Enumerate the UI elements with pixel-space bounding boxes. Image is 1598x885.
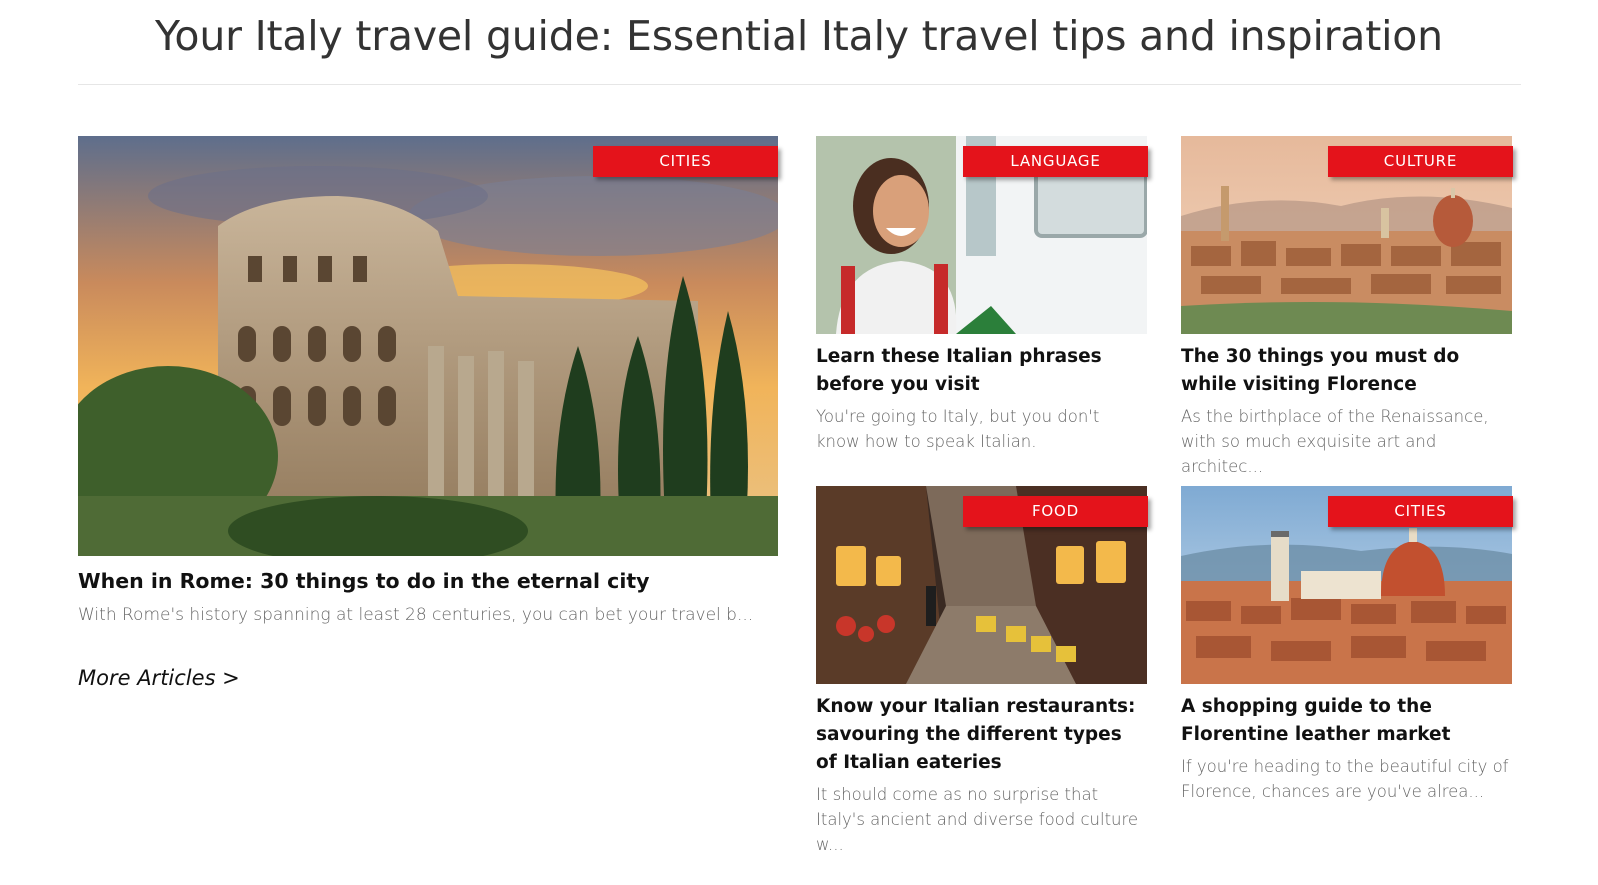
page-title: Your Italy travel guide: Essential Italy…	[155, 12, 1443, 60]
article-card[interactable]: LANGUAGE Learn these Italian phrases bef…	[816, 136, 1148, 456]
more-articles-link[interactable]: More Articles >	[78, 666, 240, 690]
article-excerpt: If you're heading to the beautiful city …	[1181, 757, 1509, 801]
article-excerpt: As the birthplace of the Renaissance, wi…	[1181, 407, 1489, 476]
featured-article-title[interactable]: When in Rome: 30 things to do in the ete…	[78, 567, 778, 595]
category-badge[interactable]: CITIES	[1328, 496, 1513, 527]
article-card[interactable]: FOOD Know your Italian restaurants: savo…	[816, 486, 1148, 854]
article-title[interactable]: A shopping guide to the Florentine leath…	[1181, 693, 1511, 749]
article-card[interactable]: CITIES A shopping guide to the Florentin…	[1181, 486, 1513, 806]
article-title[interactable]: Know your Italian restaurants: savouring…	[816, 693, 1146, 777]
article-title[interactable]: Learn these Italian phrases before you v…	[816, 343, 1146, 399]
article-card[interactable]: CULTURE The 30 things you must do while …	[1181, 136, 1513, 476]
article-excerpt: You're going to Italy, but you don't kno…	[816, 407, 1100, 451]
category-badge[interactable]: CULTURE	[1328, 146, 1513, 177]
category-badge[interactable]: CITIES	[593, 146, 778, 177]
featured-article-card[interactable]: CITIES When in Rome: 30 things to do in …	[78, 136, 778, 636]
featured-article-excerpt: With Rome's history spanning at least 28…	[78, 605, 754, 625]
category-badge[interactable]: FOOD	[963, 496, 1148, 527]
article-title[interactable]: The 30 things you must do while visiting…	[1181, 343, 1511, 399]
title-divider	[78, 84, 1521, 85]
category-badge[interactable]: LANGUAGE	[963, 146, 1148, 177]
featured-article-image[interactable]	[78, 136, 778, 556]
article-excerpt: It should come as no surprise that Italy…	[816, 785, 1139, 854]
